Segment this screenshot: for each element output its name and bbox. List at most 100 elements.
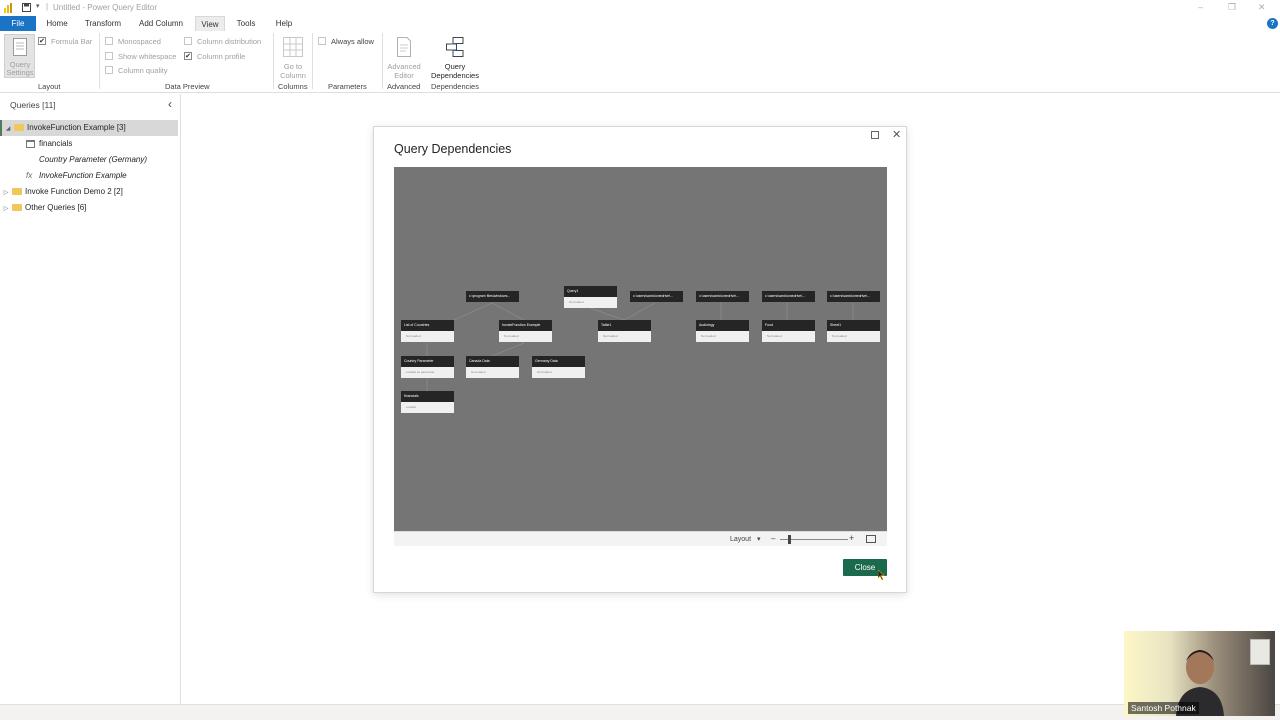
dependency-node[interactable]: Audiology Not loaded — [696, 320, 749, 342]
monospaced-checkbox[interactable] — [105, 37, 113, 45]
collapse-queries-icon[interactable]: ‹ — [168, 97, 172, 111]
node-title: Sheet1 — [827, 320, 880, 331]
query-dependencies-icon — [446, 37, 464, 57]
quick-access-dropdown-icon[interactable]: ▾ — [36, 2, 40, 10]
dependency-diagram-canvas[interactable]: c:\program files\windows... Query1 Not lo… — [394, 167, 887, 531]
node-status: Loaded — [401, 402, 454, 413]
minimize-button[interactable]: – — [1198, 2, 1203, 12]
status-bar — [0, 704, 1280, 720]
node-title: Table1 — [598, 320, 651, 331]
dependency-node[interactable]: List of Countries Not loaded — [401, 320, 454, 342]
dialog-title: Query Dependencies — [394, 142, 512, 156]
save-icon[interactable] — [22, 3, 31, 12]
query-item-invokefunction-example[interactable]: fx InvokeFunction Example — [0, 168, 178, 184]
formula-bar-checkbox[interactable] — [38, 37, 46, 45]
node-status: Not loaded — [532, 367, 585, 378]
zoom-slider-thumb[interactable] — [788, 535, 791, 544]
node-title: c:\users\santo\onedrive\... — [762, 291, 815, 302]
menu-file[interactable]: File — [0, 16, 36, 31]
column-distribution-label: Column distribution — [197, 37, 262, 46]
window-title: Untitled - Power Query Editor — [53, 3, 158, 12]
menu-help[interactable]: Help — [270, 16, 298, 31]
close-window-button[interactable]: ✕ — [1258, 2, 1266, 13]
dependency-node[interactable]: Query1 Not loaded — [564, 286, 617, 308]
dependency-node[interactable]: Canada Data Not loaded — [466, 356, 519, 378]
query-folder-label: Invoke Function Demo 2 [2] — [25, 187, 123, 196]
query-folder-invoke-function-demo-2[interactable]: ▷ Invoke Function Demo 2 [2] — [0, 184, 178, 200]
restore-button[interactable]: ❐ — [1228, 2, 1236, 13]
column-quality-checkbox[interactable] — [105, 66, 113, 74]
dependency-node[interactable]: InvokeFunction Example Not loaded — [499, 320, 552, 342]
advanced-group-label: Advanced — [387, 82, 421, 91]
maximize-dialog-icon[interactable] — [871, 131, 879, 139]
menu-view[interactable]: View — [195, 16, 225, 31]
function-icon: fx — [26, 171, 33, 180]
dependency-node[interactable]: Food Not loaded — [762, 320, 815, 342]
query-dependencies-button[interactable]: Query Dependencies — [427, 34, 483, 80]
layout-dropdown[interactable]: Layout ▾ — [730, 535, 761, 543]
node-title: c:\users\santo\onedrive\... — [827, 291, 880, 302]
node-status: Not loaded — [598, 331, 651, 342]
dependency-node[interactable]: c:\program files\windows... — [466, 291, 519, 302]
query-item-label: InvokeFunction Example — [39, 171, 127, 180]
layout-group-label: Layout — [38, 82, 61, 91]
column-profile-checkbox[interactable] — [184, 52, 192, 60]
query-folder-invokefunction-example[interactable]: ◢ InvokeFunction Example [3] — [0, 120, 178, 136]
query-settings-button[interactable]: Query Settings — [4, 34, 35, 78]
node-title: c:\users\santo\onedrive\... — [696, 291, 749, 302]
close-dialog-icon[interactable]: ✕ — [892, 128, 901, 141]
column-quality-label: Column quality — [118, 66, 168, 75]
dependency-node[interactable]: Country Parameter Loaded as parameter — [401, 356, 454, 378]
always-allow-label: Always allow — [331, 37, 374, 46]
dependency-node[interactable]: financials Loaded — [401, 391, 454, 413]
node-status: Not loaded — [401, 331, 454, 342]
always-allow-checkbox[interactable] — [318, 37, 326, 45]
node-title: Country Parameter — [401, 356, 454, 367]
node-status: Not loaded — [499, 331, 552, 342]
advanced-editor-button[interactable]: Advanced Editor — [385, 34, 423, 80]
zoom-out-icon[interactable]: – — [771, 534, 775, 543]
show-whitespace-checkbox[interactable] — [105, 52, 113, 60]
query-folder-other-queries[interactable]: ▷ Other Queries [6] — [0, 200, 178, 216]
dependency-node[interactable]: c:\users\santo\onedrive\... — [696, 291, 749, 302]
expand-arrow-icon[interactable]: ▷ — [0, 185, 12, 201]
presenter-name: Santosh Pothnak — [1128, 702, 1199, 714]
expand-arrow-icon[interactable]: ◢ — [2, 121, 14, 137]
dependency-node[interactable]: Germany Data Not loaded — [532, 356, 585, 378]
menu-home[interactable]: Home — [42, 16, 72, 31]
node-title: Germany Data — [532, 356, 585, 367]
ribbon-separator — [273, 33, 274, 89]
query-folder-label: Other Queries [6] — [25, 203, 87, 212]
folder-icon — [14, 124, 24, 132]
zoom-in-icon[interactable]: + — [849, 533, 854, 543]
ribbon-separator — [382, 33, 383, 89]
node-title: List of Countries — [401, 320, 454, 331]
query-item-financials[interactable]: financials — [0, 136, 178, 152]
query-item-country-parameter[interactable]: Country Parameter (Germany) — [0, 152, 178, 168]
node-status: Not loaded — [762, 331, 815, 342]
layout-label: Layout — [730, 536, 752, 543]
fit-to-screen-icon[interactable] — [866, 535, 876, 543]
dependency-node[interactable]: c:\users\santo\onedrive\... — [630, 291, 683, 302]
dependency-node[interactable]: Table1 Not loaded — [598, 320, 651, 342]
node-title: Canada Data — [466, 356, 519, 367]
go-to-column-label: Go to Column — [280, 62, 306, 80]
webcam-overlay: Santosh Pothnak — [1124, 631, 1275, 716]
menu-add-column[interactable]: Add Column — [134, 16, 188, 31]
queries-header: Queries [11] — [10, 100, 56, 110]
menu-transform[interactable]: Transform — [80, 16, 126, 31]
help-icon[interactable]: ? — [1267, 18, 1278, 29]
dependency-node[interactable]: c:\users\santo\onedrive\... — [762, 291, 815, 302]
dependency-node[interactable]: Sheet1 Not loaded — [827, 320, 880, 342]
go-to-column-button[interactable]: Go to Column — [278, 34, 308, 80]
column-profile-label: Column profile — [197, 52, 246, 61]
dependencies-group-label: Dependencies — [431, 82, 479, 91]
menu-tools[interactable]: Tools — [232, 16, 260, 31]
expand-arrow-icon[interactable]: ▷ — [0, 201, 12, 217]
dependency-node[interactable]: c:\users\santo\onedrive\... — [827, 291, 880, 302]
node-title: Query1 — [564, 286, 617, 297]
column-distribution-checkbox[interactable] — [184, 37, 192, 45]
parameters-group-label: Parameters — [328, 82, 367, 91]
query-dependencies-dialog: Query Dependencies ✕ c:\program files\wi… — [373, 126, 907, 593]
diagram-toolbar: Layout ▾ – + — [394, 531, 887, 546]
